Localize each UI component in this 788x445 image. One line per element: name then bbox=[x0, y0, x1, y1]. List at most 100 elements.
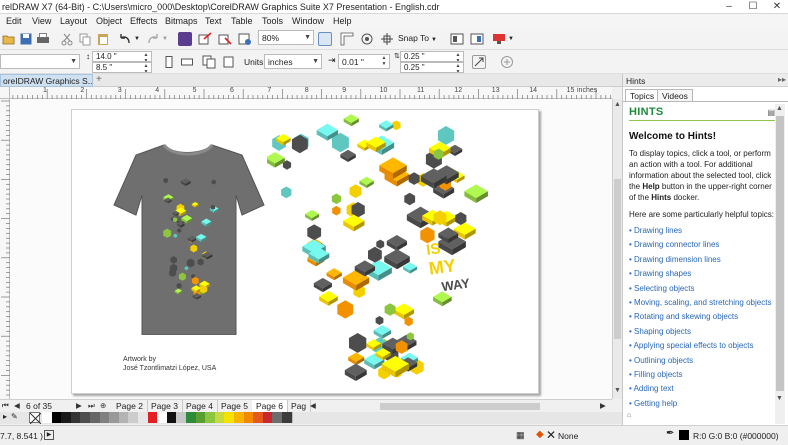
ruler-origin[interactable] bbox=[0, 87, 10, 99]
quick-customize-icon[interactable] bbox=[500, 55, 514, 69]
menu-help[interactable]: Help bbox=[333, 16, 352, 26]
print-icon[interactable] bbox=[36, 32, 50, 46]
canvas-vertical-scrollbar[interactable]: ▲ ▼ bbox=[612, 99, 622, 399]
page-tab-6[interactable]: Page 6 bbox=[252, 400, 288, 412]
docker-expand-icon[interactable]: ▸▸ bbox=[778, 75, 786, 84]
document-tab[interactable]: oreIDRAW Graphics S... bbox=[0, 74, 93, 87]
scroll-up-icon[interactable]: ▲ bbox=[776, 105, 783, 112]
minimize-icon[interactable]: – bbox=[718, 1, 740, 13]
chevron-down-icon[interactable]: ▼ bbox=[508, 36, 514, 42]
page-tab-5[interactable]: Page 5 bbox=[217, 400, 253, 412]
add-document-icon[interactable]: + bbox=[96, 74, 102, 85]
undo-dropdown-icon[interactable]: ▼ bbox=[134, 36, 140, 42]
page-tab-4[interactable]: Page 4 bbox=[182, 400, 218, 412]
topic-link[interactable]: Drawing lines bbox=[629, 224, 775, 238]
tab-topics[interactable]: Topics bbox=[625, 89, 660, 101]
page-tab-2[interactable]: Page 2 bbox=[112, 400, 148, 412]
menu-window[interactable]: Window bbox=[292, 16, 324, 26]
topic-link[interactable]: Rotating and skewing objects bbox=[629, 310, 775, 324]
previous-page-icon[interactable]: ◀ bbox=[14, 401, 20, 410]
current-page-icon[interactable] bbox=[222, 55, 236, 69]
redo-dropdown-icon[interactable]: ▼ bbox=[162, 36, 168, 42]
topic-link[interactable]: Adding text bbox=[629, 382, 775, 396]
topic-link[interactable]: Outlining objects bbox=[629, 354, 775, 368]
menu-bitmaps[interactable]: Bitmaps bbox=[165, 16, 198, 26]
spin-icon[interactable]: ▲ ▼ bbox=[380, 55, 388, 68]
open-icon[interactable] bbox=[2, 32, 16, 46]
welcome-screen-icon[interactable] bbox=[492, 32, 506, 46]
color-swatch[interactable] bbox=[282, 412, 293, 423]
next-page-icon[interactable]: ▶ bbox=[76, 401, 82, 410]
no-color-swatch[interactable] bbox=[29, 412, 42, 425]
scroll-down-icon[interactable]: ▼ bbox=[776, 395, 783, 402]
tab-videos[interactable]: Videos bbox=[657, 89, 693, 101]
snap-to-button[interactable]: Snap To ▼ bbox=[398, 33, 444, 46]
landscape-icon[interactable] bbox=[180, 55, 194, 69]
menu-tools[interactable]: Tools bbox=[262, 16, 283, 26]
page-tab-7[interactable]: Pag bbox=[287, 400, 312, 412]
all-pages-icon[interactable] bbox=[202, 55, 216, 69]
scroll-thumb[interactable] bbox=[614, 179, 621, 339]
save-icon[interactable] bbox=[19, 32, 33, 46]
topic-link[interactable]: Getting help bbox=[629, 397, 775, 411]
page-height-field[interactable]: 8.5 " ▲ ▼ bbox=[92, 62, 152, 73]
document-color-settings-icon[interactable]: ▦ bbox=[516, 430, 525, 441]
close-icon[interactable]: ✕ bbox=[766, 1, 788, 13]
topic-link[interactable]: Filling objects bbox=[629, 368, 775, 382]
page-width-field[interactable]: 14.0 " ▲ ▼ bbox=[92, 51, 152, 62]
drawing-canvas[interactable]: Artwork by José Tzontlimatzi López, USA … bbox=[10, 99, 612, 399]
duplicate-y-field[interactable]: 0.25 " ▲ ▼ bbox=[400, 62, 464, 73]
publish-pdf-icon[interactable] bbox=[238, 32, 252, 46]
full-screen-preview-icon[interactable] bbox=[318, 32, 332, 46]
scroll-up-icon[interactable]: ▲ bbox=[614, 101, 621, 108]
scroll-left-icon[interactable]: ◀ bbox=[310, 401, 316, 410]
drawing-page[interactable]: Artwork by José Tzontlimatzi López, USA … bbox=[71, 109, 539, 394]
docker-home-icon[interactable]: ⌂ bbox=[627, 412, 631, 419]
treat-as-filled-icon[interactable] bbox=[472, 55, 486, 69]
horizontal-scroll-thumb[interactable] bbox=[380, 403, 540, 410]
menu-table[interactable]: Table bbox=[231, 16, 253, 26]
menu-effects[interactable]: Effects bbox=[130, 16, 157, 26]
import-icon[interactable] bbox=[198, 32, 212, 46]
menu-text[interactable]: Text bbox=[205, 16, 222, 26]
menu-edit[interactable]: Edit bbox=[6, 16, 22, 26]
spin-icon[interactable]: ▲ ▼ bbox=[454, 63, 462, 72]
topic-link[interactable]: Drawing dimension lines bbox=[629, 253, 775, 267]
units-select[interactable]: inches ▼ bbox=[264, 54, 322, 69]
scroll-thumb[interactable] bbox=[776, 116, 784, 391]
maximize-icon[interactable]: ☐ bbox=[742, 1, 764, 13]
spin-icon[interactable]: ▲ ▼ bbox=[142, 52, 150, 61]
search-content-icon[interactable] bbox=[178, 32, 192, 46]
options-icon[interactable] bbox=[450, 32, 464, 46]
play-icon[interactable]: ▶ bbox=[44, 430, 54, 440]
first-page-icon[interactable]: ⏮ bbox=[2, 401, 9, 411]
scroll-right-icon[interactable]: ▶ bbox=[600, 401, 606, 410]
show-guidelines-icon[interactable] bbox=[380, 32, 394, 46]
topic-link[interactable]: Shaping objects bbox=[629, 325, 775, 339]
topic-link[interactable]: Moving, scaling, and stretching objects bbox=[629, 296, 775, 310]
add-page-icon[interactable]: ⊕ bbox=[100, 401, 106, 410]
menu-layout[interactable]: Layout bbox=[60, 16, 87, 26]
show-grid-icon[interactable] bbox=[360, 32, 374, 46]
docker-scrollbar[interactable]: ▲ ▼ bbox=[775, 104, 785, 424]
nudge-distance-field[interactable]: 0.01 " ▲ ▼ bbox=[338, 54, 390, 69]
duplicate-x-field[interactable]: 0.25 " ▲ ▼ bbox=[400, 51, 464, 62]
scroll-down-icon[interactable]: ▼ bbox=[614, 387, 621, 394]
portrait-icon[interactable] bbox=[162, 55, 176, 69]
zoom-level-select[interactable]: 80% ▼ bbox=[258, 30, 314, 45]
application-launcher-icon[interactable] bbox=[470, 32, 484, 46]
topic-link[interactable]: Selecting objects bbox=[629, 282, 775, 296]
last-page-icon[interactable]: ⏭ bbox=[88, 401, 95, 411]
cut-icon[interactable] bbox=[60, 32, 74, 46]
topic-link[interactable]: Applying special effects to objects bbox=[629, 339, 775, 353]
palette-scroll-left-icon[interactable]: ▸ bbox=[3, 412, 7, 421]
undo-icon[interactable] bbox=[118, 32, 132, 46]
page-tab-3[interactable]: Page 3 bbox=[147, 400, 183, 412]
show-rulers-icon[interactable] bbox=[340, 32, 354, 46]
horizontal-ruler[interactable]: 1 2 3 4 5 6 7 8 9 10 11 12 13 14 15 inches bbox=[0, 87, 612, 99]
eyedropper-icon[interactable]: ✎ bbox=[11, 412, 18, 421]
spin-icon[interactable]: ▲ ▼ bbox=[454, 52, 462, 61]
spin-icon[interactable]: ▲ ▼ bbox=[142, 63, 150, 72]
help-book-icon[interactable]: ▤ bbox=[767, 108, 775, 117]
page-size-select[interactable]: ▼ bbox=[0, 54, 80, 69]
